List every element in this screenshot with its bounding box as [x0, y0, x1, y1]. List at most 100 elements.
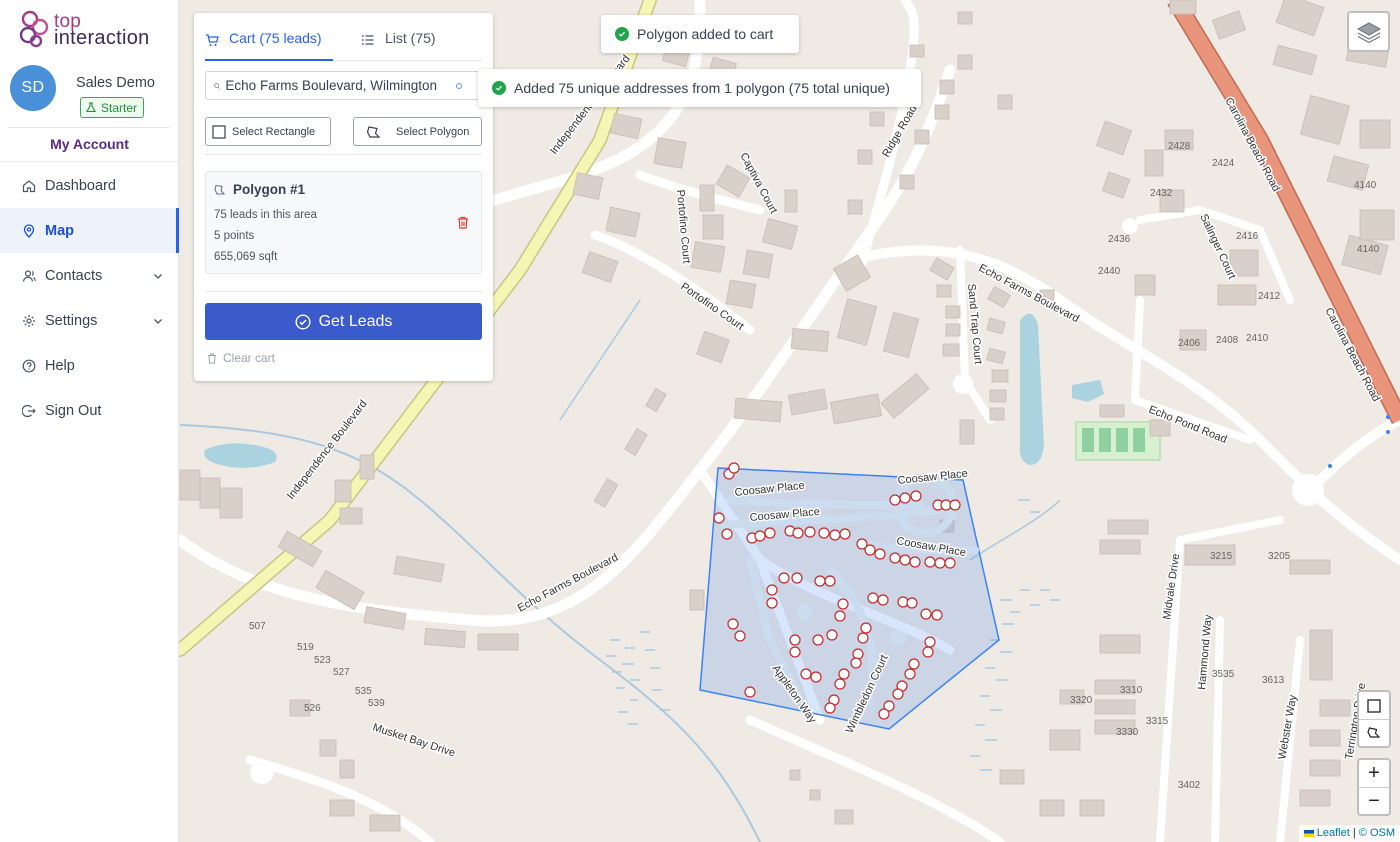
- osm-link[interactable]: © OSM: [1359, 827, 1395, 839]
- search-value: Echo Farms Boulevard, Wilmington: [225, 78, 437, 93]
- layers-icon: [1356, 21, 1381, 43]
- cart-panel: Cart (75 leads) List (75) Echo Farms Bou…: [194, 13, 493, 381]
- success-icon: [615, 27, 629, 41]
- house-number: 535: [355, 686, 372, 697]
- house-number: 527: [333, 667, 350, 678]
- sidebar-item-map[interactable]: Map: [0, 208, 179, 253]
- house-number: 2436: [1108, 234, 1131, 245]
- sidebar-item-settings[interactable]: Settings: [0, 298, 179, 343]
- select-rectangle-label: Select Rectangle: [232, 125, 316, 138]
- logo-text-bottom: interaction: [54, 27, 150, 49]
- my-account-link[interactable]: My Account: [0, 136, 179, 152]
- house-number: 3535: [1212, 669, 1235, 680]
- divider: [205, 154, 482, 155]
- select-polygon-label: Select Polygon: [396, 125, 470, 138]
- map-attribution: Leaflet | © OSM: [1298, 825, 1400, 842]
- clear-cart-button[interactable]: Clear cart: [207, 351, 275, 365]
- house-number: 3402: [1178, 780, 1201, 791]
- label-portofino-court: Portofino Court: [674, 189, 692, 264]
- user-name: Sales Demo: [76, 75, 155, 91]
- house-number: 2424: [1212, 158, 1235, 169]
- house-number: 2410: [1246, 333, 1269, 344]
- chevron-down-icon[interactable]: [153, 269, 163, 285]
- avatar[interactable]: SD: [10, 65, 56, 111]
- clear-cart-label: Clear cart: [223, 351, 276, 365]
- toast-message: Added 75 unique addresses from 1 polygon…: [514, 80, 890, 96]
- draw-polygon-button[interactable]: [1359, 719, 1389, 746]
- polygon-select-icon: [366, 125, 381, 138]
- draw-rectangle-button[interactable]: [1359, 692, 1389, 719]
- polygon-leads: 75 leads in this area: [214, 209, 317, 221]
- logo-mark-icon: [19, 10, 49, 48]
- sidebar-item-label: Sign Out: [45, 402, 102, 419]
- polygon-points: 5 points: [214, 230, 255, 242]
- house-number: 2440: [1098, 266, 1121, 277]
- sidebar-item-label: Map: [45, 222, 74, 239]
- map-pin-icon: [22, 223, 36, 238]
- sidebar-item-label: Settings: [45, 312, 98, 329]
- gear-icon: [22, 314, 36, 328]
- leaflet-link[interactable]: Leaflet: [1317, 827, 1350, 839]
- house-number: 3613: [1262, 675, 1285, 686]
- label-musket-bay-drive: Musket Bay Drive: [371, 721, 457, 759]
- polygon-title: Polygon #1: [214, 182, 305, 197]
- sidebar-item-sign-out[interactable]: Sign Out: [0, 388, 179, 433]
- get-leads-button[interactable]: Get Leads: [205, 303, 482, 340]
- tab-cart-label: Cart (75 leads): [229, 30, 322, 46]
- polygon-card[interactable]: Polygon #1 75 leads in this area 5 point…: [205, 171, 482, 274]
- search-submit-button[interactable]: [437, 71, 482, 100]
- polygon-area: 655,069 sqft: [214, 251, 278, 263]
- trash-icon: [458, 216, 468, 229]
- house-number: 523: [314, 655, 331, 666]
- chevron-down-icon[interactable]: [153, 314, 163, 330]
- ukraine-flag-icon: [1303, 829, 1314, 837]
- cart-icon: [206, 34, 219, 46]
- tab-cart[interactable]: Cart (75 leads): [205, 30, 333, 61]
- divider: [0, 161, 178, 162]
- draw-controls: [1357, 690, 1391, 748]
- zoom-in-button[interactable]: +: [1359, 760, 1389, 787]
- flask-icon: [86, 102, 96, 113]
- logo[interactable]: top interaction: [18, 9, 168, 53]
- sidebar: top interaction SD Sales Demo Starter My…: [0, 0, 179, 842]
- tab-list[interactable]: List (75): [361, 30, 436, 61]
- sidebar-item-contacts[interactable]: Contacts: [0, 253, 179, 298]
- select-rectangle-button[interactable]: Select Rectangle: [205, 117, 331, 146]
- house-number: 507: [249, 621, 266, 632]
- house-number: 2406: [1178, 338, 1201, 349]
- house-number: 2412: [1258, 291, 1281, 302]
- user-profile[interactable]: SD Sales Demo Starter: [0, 62, 179, 126]
- sidebar-item-dashboard[interactable]: Dashboard: [0, 163, 179, 208]
- zoom-out-button[interactable]: −: [1359, 787, 1389, 814]
- plan-label: Starter: [101, 100, 138, 115]
- sidebar-item-label: Help: [45, 357, 75, 374]
- sidebar-item-help[interactable]: Help: [0, 343, 179, 388]
- cart-tabs: Cart (75 leads) List (75): [205, 30, 482, 61]
- toast-polygon-added: Polygon added to cart: [601, 15, 799, 53]
- select-polygon-button[interactable]: Select Polygon: [353, 117, 482, 146]
- help-icon: [22, 359, 36, 373]
- label-webster-way: Webster Way: [1276, 694, 1299, 761]
- divider: [205, 291, 482, 292]
- zoom-controls: + −: [1357, 758, 1391, 816]
- house-number: 3205: [1268, 551, 1291, 562]
- polygon-draw-icon: [1367, 727, 1381, 738]
- loading-spinner-icon: [456, 82, 462, 89]
- sidebar-item-label: Contacts: [45, 267, 103, 284]
- polygon-icon: [214, 184, 226, 195]
- sidebar-item-label: Dashboard: [45, 177, 116, 194]
- house-number: 2432: [1150, 188, 1173, 199]
- search-icon: [214, 82, 221, 89]
- rectangle-draw-icon: [1367, 698, 1381, 713]
- check-circle-icon: [295, 313, 311, 330]
- address-search-input[interactable]: Echo Farms Boulevard, Wilmington: [205, 71, 438, 100]
- house-number: 4140: [1354, 180, 1377, 191]
- layers-control-button[interactable]: [1347, 11, 1390, 52]
- home-icon: [22, 179, 36, 193]
- delete-polygon-button[interactable]: [457, 216, 469, 234]
- plan-badge: Starter: [80, 97, 145, 118]
- house-number: 526: [304, 703, 321, 714]
- toast-message: Polygon added to cart: [637, 26, 774, 42]
- house-number: 2428: [1168, 141, 1191, 152]
- success-icon: [492, 81, 506, 95]
